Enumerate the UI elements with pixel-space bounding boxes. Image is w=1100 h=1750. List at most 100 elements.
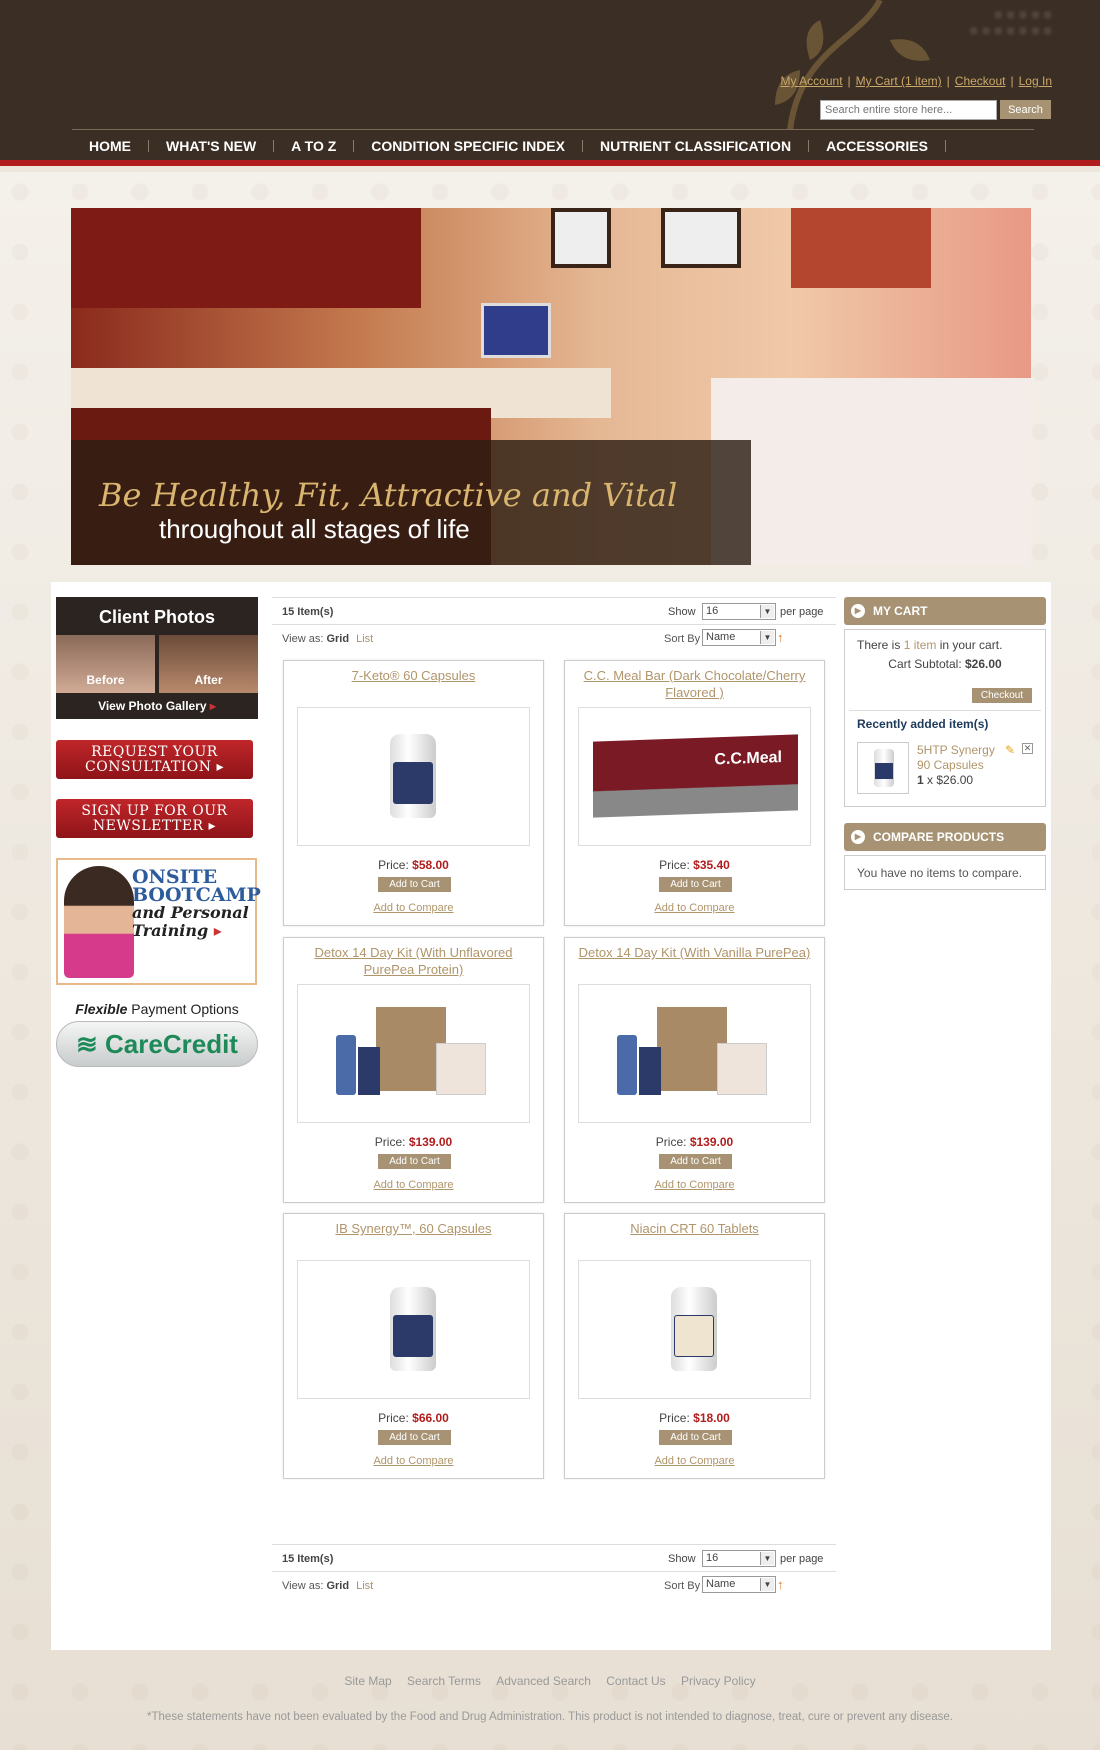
client-photos-title: Client Photos xyxy=(99,607,215,627)
product-name-link[interactable]: C.C. Meal Bar (Dark Chocolate/Cherry Fla… xyxy=(573,667,816,701)
hero-artwork xyxy=(791,208,931,288)
nav-home[interactable]: HOME xyxy=(72,139,149,153)
site-logo[interactable]: ■ ■ ■ ■ ■ ■ ■ ■ ■ ■ ■ ■ xyxy=(882,6,1052,54)
sort-by-label: Sort By xyxy=(664,1580,701,1592)
hero-frame xyxy=(661,208,741,268)
add-to-cart-button[interactable]: Add to Cart xyxy=(378,877,451,892)
product-price: Price: $139.00 xyxy=(565,1135,824,1149)
add-to-cart-button[interactable]: Add to Cart xyxy=(659,1154,732,1169)
before-label: Before xyxy=(86,673,125,687)
sort-direction-icon[interactable]: ↑ xyxy=(777,1577,784,1592)
my-cart-link[interactable]: My Cart (1 item) xyxy=(856,74,942,88)
bottle-image xyxy=(671,1287,717,1371)
nav-accessories[interactable]: ACCESSORIES xyxy=(809,139,946,153)
price-label: Price: xyxy=(659,858,690,872)
recent-qty-value: 1 xyxy=(917,773,924,787)
my-cart-header: ▶ MY CART xyxy=(844,597,1046,625)
nav-a-to-z[interactable]: A TO Z xyxy=(274,139,355,153)
recent-item-thumbnail[interactable] xyxy=(857,742,909,794)
nav-nutrient-classification[interactable]: NUTRIENT CLASSIFICATION xyxy=(583,139,810,153)
product-image[interactable] xyxy=(578,1260,811,1399)
newsletter-button[interactable]: SIGN UP FOR OUR NEWSLETTER ▸ xyxy=(56,799,253,838)
per-page-select[interactable]: 16 ▼ xyxy=(702,1550,776,1567)
product-price: Price: $139.00 xyxy=(284,1135,543,1149)
chevron-down-icon: ▼ xyxy=(760,1552,774,1565)
product-image[interactable] xyxy=(578,984,811,1123)
close-icon[interactable]: ✕ xyxy=(1022,743,1033,754)
add-to-compare-link[interactable]: Add to Compare xyxy=(284,1179,543,1191)
checkout-link[interactable]: Checkout xyxy=(955,74,1006,88)
recently-added-title: Recently added item(s) xyxy=(857,717,989,731)
nav-divider xyxy=(72,129,1034,130)
sort-value: Name xyxy=(706,1578,736,1590)
per-page-select[interactable]: 16 ▼ xyxy=(702,603,776,620)
view-gallery-link[interactable]: View Photo Gallery ▸ xyxy=(56,699,258,713)
client-photos-banner[interactable]: Client Photos Before After View Photo Ga… xyxy=(56,597,258,719)
sort-select[interactable]: Name ▼ xyxy=(702,1576,776,1593)
arrow-icon: ▸ xyxy=(216,759,224,775)
per-page-label: per page xyxy=(780,1553,824,1565)
add-to-cart-button[interactable]: Add to Cart xyxy=(378,1154,451,1169)
product-name-link[interactable]: Detox 14 Day Kit (With Unflavored PurePe… xyxy=(292,944,535,978)
carecredit-logo[interactable]: ≋ CareCredit xyxy=(56,1021,258,1067)
bootcamp-banner[interactable]: ONSITE BOOTCAMP and Personal Training ▸ xyxy=(56,858,261,985)
product-image[interactable] xyxy=(297,984,530,1123)
product-card: IB Synergy™, 60 Capsules Price: $66.00 A… xyxy=(283,1213,544,1479)
sort-direction-icon[interactable]: ↑ xyxy=(777,630,784,645)
nav-condition-index[interactable]: CONDITION SPECIFIC INDEX xyxy=(354,139,583,153)
footer-site-map[interactable]: Site Map xyxy=(344,1674,391,1688)
add-to-compare-link[interactable]: Add to Compare xyxy=(284,1455,543,1467)
cart-item-count-link[interactable]: 1 item xyxy=(904,638,937,652)
footer-contact-us[interactable]: Contact Us xyxy=(606,1674,665,1688)
request-consultation-button[interactable]: REQUEST YOUR CONSULTATION ▸ xyxy=(56,740,253,779)
hero-banner: Be Healthy, Fit, Attractive and Vital th… xyxy=(71,208,1031,565)
hero-tagline-script: Be Healthy, Fit, Attractive and Vital xyxy=(99,476,678,514)
price-label: Price: xyxy=(378,858,409,872)
product-name-link[interactable]: Detox 14 Day Kit (With Vanilla PurePea) xyxy=(573,944,816,961)
add-to-compare-link[interactable]: Add to Compare xyxy=(565,902,824,914)
my-account-link[interactable]: My Account xyxy=(781,74,843,88)
recent-item-name-link[interactable]: 5HTP Synergy 90 Capsules xyxy=(917,743,1003,773)
price-value: $35.40 xyxy=(693,858,730,872)
compare-products-header: ▶ COMPARE PRODUCTS xyxy=(844,823,1046,851)
mini-bottle-label xyxy=(875,763,893,779)
log-in-link[interactable]: Log In xyxy=(1019,74,1052,88)
add-to-compare-link[interactable]: Add to Compare xyxy=(565,1179,824,1191)
product-card: Niacin CRT 60 Tablets Price: $18.00 Add … xyxy=(564,1213,825,1479)
product-name-link[interactable]: Niacin CRT 60 Tablets xyxy=(573,1220,816,1237)
add-to-cart-button[interactable]: Add to Cart xyxy=(659,877,732,892)
add-to-cart-button[interactable]: Add to Cart xyxy=(659,1430,732,1445)
search-input[interactable] xyxy=(820,100,997,120)
main-nav: HOME WHAT'S NEW A TO Z CONDITION SPECIFI… xyxy=(72,139,946,153)
product-name-link[interactable]: IB Synergy™, 60 Capsules xyxy=(292,1220,535,1237)
cart-subtotal: Cart Subtotal: $26.00 xyxy=(845,657,1045,671)
footer-privacy-policy[interactable]: Privacy Policy xyxy=(681,1674,756,1688)
product-image[interactable] xyxy=(297,707,530,846)
product-name-link[interactable]: 7-Keto® 60 Capsules xyxy=(292,667,535,684)
footer-search-terms[interactable]: Search Terms xyxy=(407,1674,481,1688)
add-to-cart-button[interactable]: Add to Cart xyxy=(378,1430,451,1445)
chevron-down-icon: ▼ xyxy=(760,605,774,618)
view-gallery-label: View Photo Gallery xyxy=(98,699,207,713)
sort-by-label: Sort By xyxy=(664,633,701,645)
cart-line-suffix: in your cart. xyxy=(936,638,1003,652)
add-to-compare-link[interactable]: Add to Compare xyxy=(284,902,543,914)
view-list-link[interactable]: List xyxy=(356,633,373,645)
compare-empty-text: You have no items to compare. xyxy=(857,866,1022,880)
bootcamp-subtitle-text: and Personal Training xyxy=(132,903,249,940)
product-image[interactable] xyxy=(297,1260,530,1399)
pencil-icon[interactable]: ✎ xyxy=(1005,743,1015,757)
add-to-compare-link[interactable]: Add to Compare xyxy=(565,1455,824,1467)
sort-select[interactable]: Name ▼ xyxy=(702,629,776,646)
checkout-button[interactable]: Checkout xyxy=(972,688,1032,703)
hero-cabinet xyxy=(71,208,421,308)
product-image[interactable]: C.C.Meal xyxy=(578,707,811,846)
view-list-link[interactable]: List xyxy=(356,1580,373,1592)
item-count: 15 Item(s) xyxy=(282,606,334,618)
product-card: Detox 14 Day Kit (With Unflavored PurePe… xyxy=(283,937,544,1203)
recent-price: x $26.00 xyxy=(923,773,974,787)
show-label: Show xyxy=(668,606,696,618)
search-button[interactable]: Search xyxy=(1000,100,1051,119)
footer-advanced-search[interactable]: Advanced Search xyxy=(496,1674,591,1688)
nav-whats-new[interactable]: WHAT'S NEW xyxy=(149,139,275,153)
